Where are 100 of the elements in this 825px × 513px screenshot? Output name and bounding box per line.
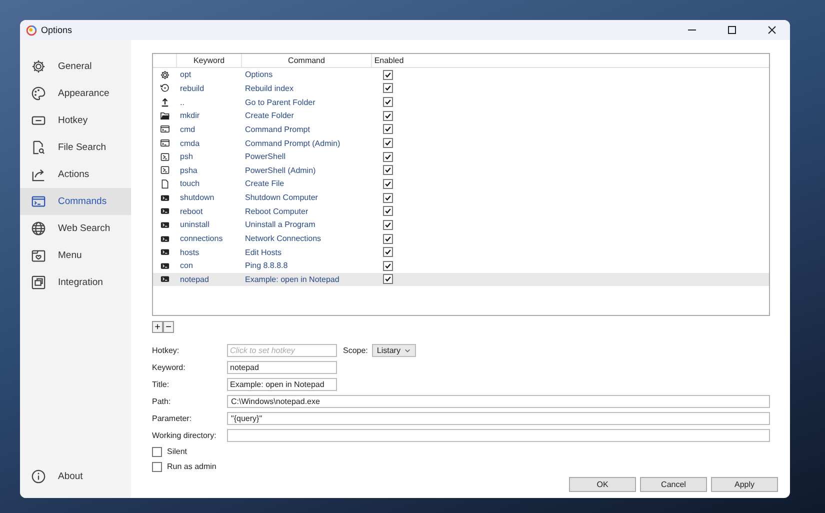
script-icon — [160, 192, 170, 203]
column-header: Keyword — [176, 54, 241, 67]
input-field[interactable] — [227, 429, 770, 442]
sidebar-item[interactable]: Integration — [20, 269, 131, 296]
table-row[interactable]: rebuild Rebuild index — [153, 82, 769, 96]
enabled-checkbox[interactable] — [383, 152, 393, 162]
checkbox[interactable] — [152, 446, 162, 456]
scope-dropdown[interactable]: Listary — [372, 344, 416, 357]
enabled-checkbox[interactable] — [383, 124, 393, 134]
checkbox[interactable] — [152, 462, 162, 472]
table-row[interactable]: .. Go to Parent Folder — [153, 95, 769, 109]
table-row[interactable]: connections Network Connections — [153, 232, 769, 246]
script-icon — [160, 234, 170, 244]
dialog-button[interactable]: OK — [569, 477, 636, 492]
table-row[interactable]: hosts Edit Hosts — [153, 245, 769, 259]
gear-icon — [160, 70, 170, 80]
keyword-cell: psh — [180, 152, 193, 162]
enabled-checkbox[interactable] — [383, 274, 393, 284]
command-cell: Network Connections — [245, 234, 322, 243]
enabled-checkbox[interactable] — [383, 192, 393, 203]
command-cell: Command Prompt — [245, 124, 310, 134]
keyword-cell: connections — [180, 234, 223, 243]
input-field[interactable]: Example: open in Notepad — [227, 378, 337, 391]
input-field[interactable]: notepad — [227, 361, 337, 374]
table-row[interactable]: cmd Command Prompt — [153, 122, 769, 136]
field-label: Title: — [152, 380, 170, 389]
enabled-checkbox[interactable] — [383, 165, 393, 176]
sidebar-item[interactable]: Web Search — [20, 215, 131, 242]
command-cell: Example: open in Notepad — [245, 274, 340, 284]
script-icon — [160, 206, 170, 216]
input-field[interactable]: C:\Windows\notepad.exe — [227, 395, 770, 408]
powershell-icon — [160, 165, 170, 176]
sidebar-item[interactable]: Actions — [20, 161, 131, 188]
table-row[interactable]: notepad Example: open in Notepad — [153, 272, 769, 286]
field-label: Hotkey: — [152, 346, 180, 355]
enabled-checkbox[interactable] — [383, 110, 393, 121]
keyword-cell: mkdir — [180, 111, 200, 120]
powershell-icon — [160, 152, 170, 162]
keyword-cell: touch — [180, 179, 200, 188]
field-label: Working directory: — [152, 431, 218, 440]
table-row[interactable]: shutdown Shutdown Computer — [153, 190, 769, 204]
sidebar-item[interactable]: File Search — [20, 134, 131, 161]
remove-button[interactable]: − — [163, 321, 174, 333]
table-row[interactable]: uninstall Uninstall a Program — [153, 218, 769, 232]
close-icon[interactable] — [767, 25, 777, 35]
command-cell: Command Prompt (Admin) — [245, 138, 340, 148]
maximize-icon[interactable] — [727, 25, 737, 35]
table-row[interactable]: reboot Reboot Computer — [153, 204, 769, 218]
sidebar-item[interactable]: Menu — [20, 242, 131, 269]
input-field[interactable]: "{query}" — [227, 412, 770, 425]
dialog-button[interactable]: Apply — [711, 477, 778, 492]
keyword-cell: notepad — [180, 274, 209, 284]
enabled-checkbox[interactable] — [383, 247, 393, 258]
script-icon — [160, 260, 170, 271]
keyword-cell: cmda — [180, 138, 200, 148]
share-arrow-icon — [31, 167, 46, 182]
dialog-button[interactable]: Cancel — [640, 477, 707, 492]
sidebar-item[interactable]: General — [20, 53, 131, 80]
keyword-cell: rebuild — [180, 84, 204, 93]
window-title: Options — [41, 25, 72, 35]
field-label: Parameter: — [152, 414, 193, 423]
script-icon — [160, 247, 170, 258]
command-cell: Rebuild index — [245, 84, 294, 93]
enabled-checkbox[interactable] — [383, 138, 393, 148]
info-icon — [31, 469, 46, 484]
about-item[interactable]: About — [20, 463, 131, 490]
command-cell: PowerShell — [245, 152, 286, 162]
enabled-checkbox[interactable] — [383, 70, 393, 80]
command-cell: Shutdown Computer — [245, 193, 318, 202]
enabled-checkbox[interactable] — [383, 83, 393, 94]
table-row[interactable]: cmda Command Prompt (Admin) — [153, 136, 769, 150]
enabled-checkbox[interactable] — [383, 178, 393, 189]
terminal-icon — [160, 124, 170, 134]
table-row[interactable]: psha PowerShell (Admin) — [153, 163, 769, 178]
enabled-checkbox[interactable] — [383, 234, 393, 244]
checkbox-label: Run as admin — [167, 462, 216, 471]
add-button[interactable]: + — [152, 321, 163, 333]
history-icon — [160, 83, 170, 94]
command-cell: Edit Hosts — [245, 248, 282, 257]
command-cell: Go to Parent Folder — [245, 98, 316, 107]
file-icon — [160, 178, 170, 189]
sidebar-item[interactable]: Appearance — [20, 80, 131, 107]
field-label: Path: — [152, 397, 172, 406]
table-row[interactable]: mkdir Create Folder — [153, 108, 769, 123]
sidebar-item[interactable]: Hotkey — [20, 107, 131, 134]
enabled-checkbox[interactable] — [383, 220, 393, 230]
enabled-checkbox[interactable] — [383, 206, 393, 216]
keyword-cell: shutdown — [180, 193, 214, 202]
app-logo-icon — [26, 24, 37, 36]
table-row[interactable]: psh PowerShell — [153, 150, 769, 164]
keyword-cell: opt — [180, 70, 192, 80]
enabled-checkbox[interactable] — [383, 260, 393, 271]
table-row[interactable]: touch Create File — [153, 177, 769, 191]
sidebar-item[interactable]: Commands — [20, 188, 131, 215]
command-cell: Ping 8.8.8.8 — [245, 261, 288, 270]
enabled-checkbox[interactable] — [383, 97, 393, 108]
hotkey-field[interactable]: Click to set hotkey — [227, 344, 337, 357]
keyword-cell: hosts — [180, 248, 200, 257]
table-row[interactable]: opt Options — [153, 68, 769, 82]
table-row[interactable]: con Ping 8.8.8.8 — [153, 258, 769, 273]
